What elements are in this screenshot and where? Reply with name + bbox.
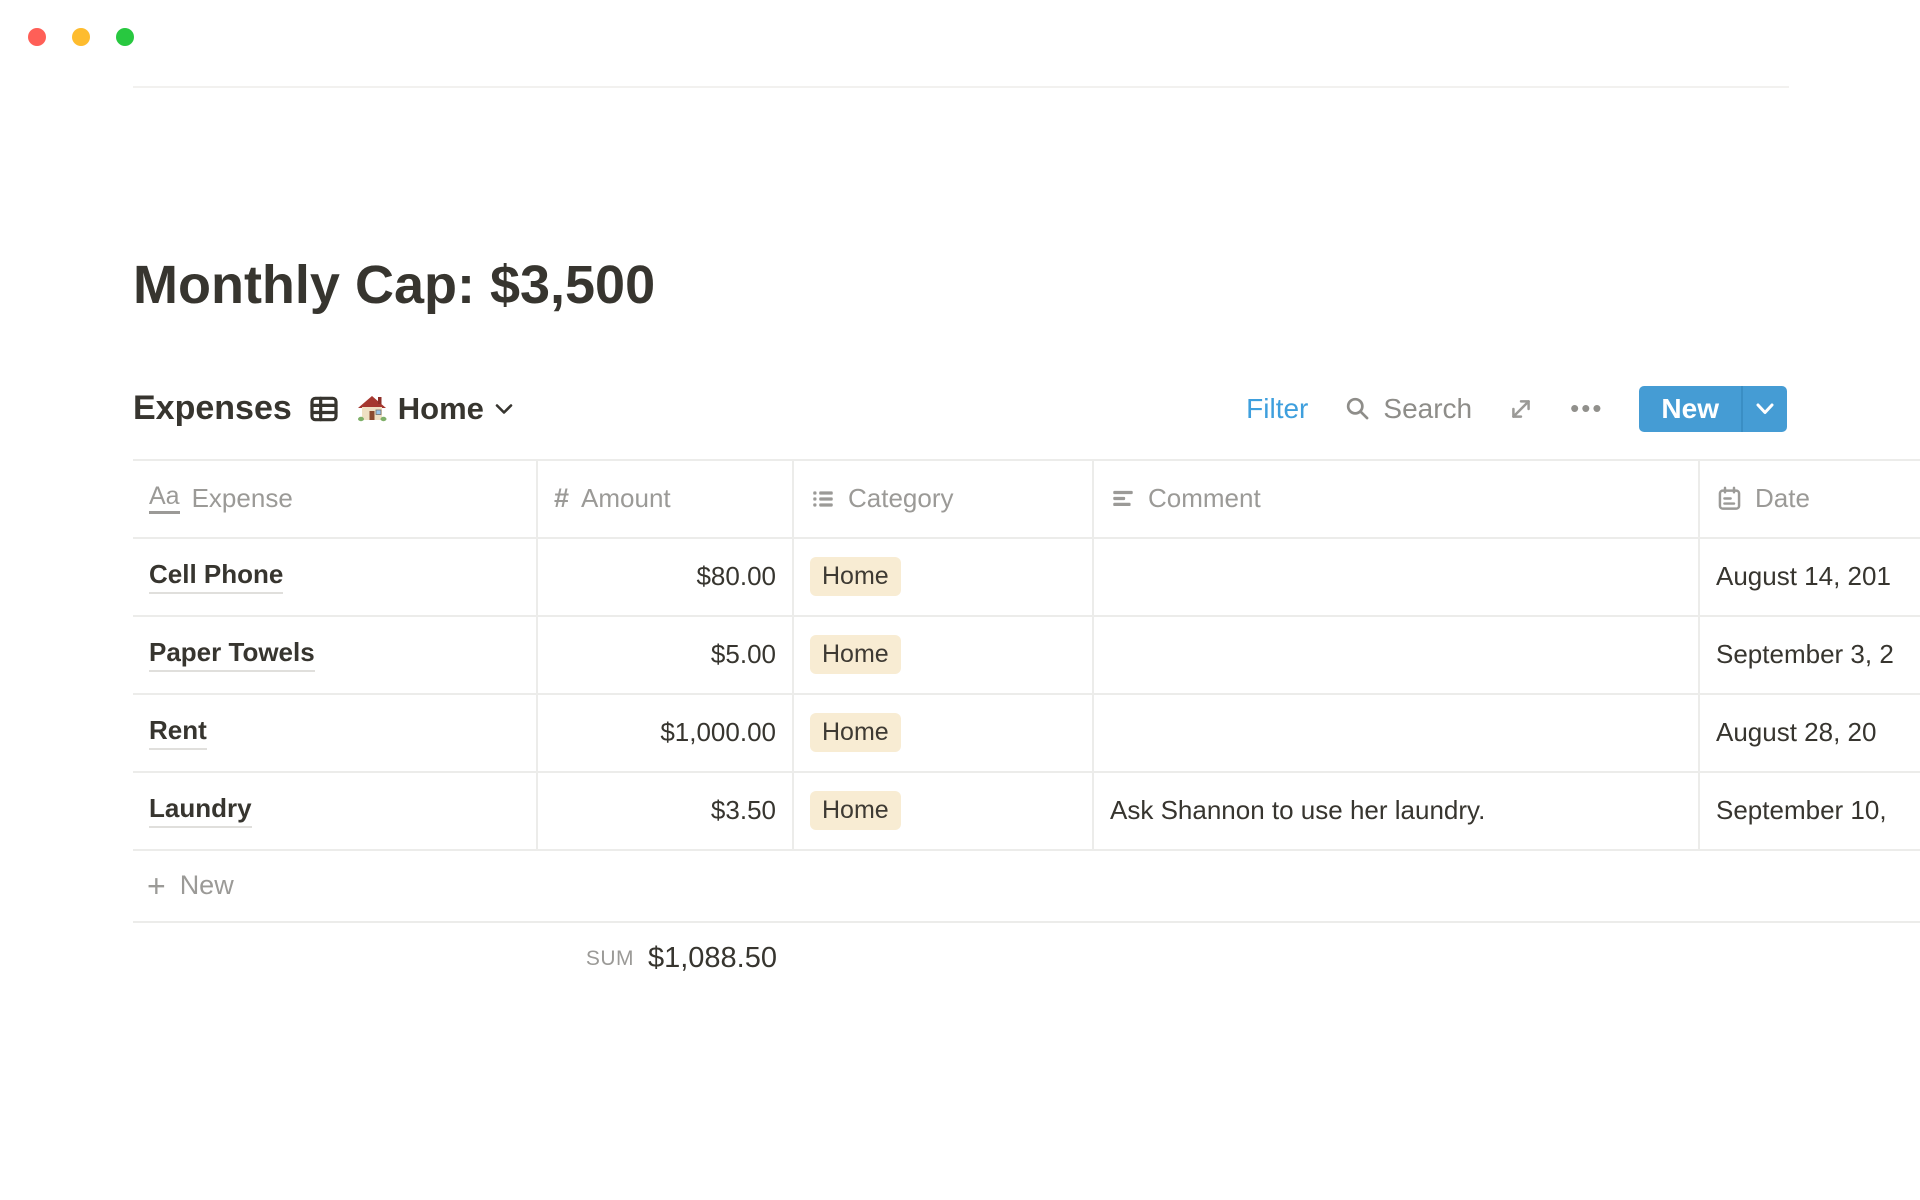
expense-page-link[interactable]: Paper Towels [149, 637, 315, 672]
collection-toolbar: Filter Search [1246, 386, 1787, 432]
new-record-dropdown[interactable] [1743, 386, 1787, 432]
more-options-button[interactable]: ••• [1570, 393, 1603, 424]
category-tag: Home [810, 791, 901, 830]
close-window-button[interactable] [28, 28, 46, 46]
category-tag: Home [810, 557, 901, 596]
date-cell[interactable]: August 14, 201 [1700, 539, 1920, 617]
table-grid-icon [308, 393, 340, 425]
filter-button[interactable]: Filter [1246, 393, 1308, 425]
expand-view-button[interactable] [1508, 396, 1534, 422]
category-tag: Home [810, 713, 901, 752]
column-label: Expense [192, 483, 293, 514]
number-property-icon: # [554, 483, 569, 514]
category-cell[interactable]: Home [794, 539, 1094, 617]
expenses-table: Aa Expense # Amount [133, 459, 1920, 987]
new-record-button[interactable]: New [1639, 386, 1787, 432]
text-align-property-icon [1110, 486, 1136, 512]
expense-cell[interactable]: Paper Towels [133, 617, 538, 695]
column-label: Date [1755, 483, 1810, 514]
comment-cell[interactable]: Ask Shannon to use her laundry. [1094, 773, 1700, 851]
page-content: Monthly Cap: $3,500 Expenses [0, 0, 1920, 987]
date-cell[interactable]: September 10, [1700, 773, 1920, 851]
table-header-row: Aa Expense # Amount [133, 459, 1920, 539]
view-name: Expenses [133, 389, 292, 428]
column-label: Category [848, 483, 954, 514]
table-body: Cell Phone $80.00 Home August 14, 201 Pa… [133, 539, 1920, 851]
diagonal-expand-arrows-icon [1508, 396, 1534, 422]
page-title: Monthly Cap: $3,500 [133, 252, 1920, 320]
category-cell[interactable]: Home [794, 617, 1094, 695]
plus-icon: + [147, 870, 166, 902]
linked-database-name: Home [398, 391, 484, 427]
comment-cell[interactable] [1094, 617, 1700, 695]
column-header-comment[interactable]: Comment [1094, 459, 1700, 539]
date-cell[interactable]: September 3, 2 [1700, 617, 1920, 695]
amount-cell[interactable]: $80.00 [538, 539, 794, 617]
select-property-icon [810, 486, 836, 512]
amount-cell[interactable]: $1,000.00 [538, 695, 794, 773]
sum-value: $1,088.50 [648, 942, 777, 975]
category-tag: Home [810, 635, 901, 674]
magnifier-icon [1344, 395, 1371, 422]
expense-page-link[interactable]: Rent [149, 715, 207, 750]
search-label: Search [1383, 393, 1472, 425]
column-label: Amount [581, 483, 671, 514]
text-property-icon: Aa [149, 484, 180, 514]
calendar-property-icon [1716, 485, 1743, 512]
add-new-row-button[interactable]: + New [133, 851, 1920, 923]
expense-page-link[interactable]: Cell Phone [149, 559, 283, 594]
expense-cell[interactable]: Rent [133, 695, 538, 773]
column-header-category[interactable]: Category [794, 459, 1094, 539]
amount-column-calculation[interactable]: SUM $1,088.50 [133, 931, 793, 987]
date-cell[interactable]: August 28, 20 [1700, 695, 1920, 773]
amount-cell[interactable]: $3.50 [538, 773, 794, 851]
linked-database-selector[interactable]: Home [356, 391, 514, 427]
column-header-expense[interactable]: Aa Expense [133, 459, 538, 539]
table-row: Rent $1,000.00 Home August 28, 20 [133, 695, 1920, 773]
column-header-date[interactable]: Date [1700, 459, 1920, 539]
chevron-down-icon [494, 402, 514, 416]
expense-page-link[interactable]: Laundry [149, 793, 252, 828]
column-label: Comment [1148, 483, 1261, 514]
notion-window: Monthly Cap: $3,500 Expenses [0, 0, 1920, 1200]
table-row: Paper Towels $5.00 Home September 3, 2 [133, 617, 1920, 695]
header-divider [133, 86, 1789, 88]
new-record-label: New [1639, 386, 1741, 432]
house-emoji-icon [356, 393, 388, 425]
amount-cell[interactable]: $5.00 [538, 617, 794, 695]
comment-cell[interactable] [1094, 539, 1700, 617]
table-row: Cell Phone $80.00 Home August 14, 201 [133, 539, 1920, 617]
category-cell[interactable]: Home [794, 773, 1094, 851]
zoom-window-button[interactable] [116, 28, 134, 46]
expense-cell[interactable]: Cell Phone [133, 539, 538, 617]
search-button[interactable]: Search [1344, 393, 1472, 425]
comment-cell[interactable] [1094, 695, 1700, 773]
minimize-window-button[interactable] [72, 28, 90, 46]
add-new-row-label: New [180, 870, 234, 901]
collection-title-group: Expenses [133, 389, 514, 428]
window-controls [28, 28, 134, 46]
expense-cell[interactable]: Laundry [133, 773, 538, 851]
sum-label: SUM [586, 947, 634, 971]
table-row: Laundry $3.50 Home Ask Shannon to use he… [133, 773, 1920, 851]
column-header-amount[interactable]: # Amount [538, 459, 794, 539]
collection-header: Expenses [133, 382, 1920, 436]
category-cell[interactable]: Home [794, 695, 1094, 773]
